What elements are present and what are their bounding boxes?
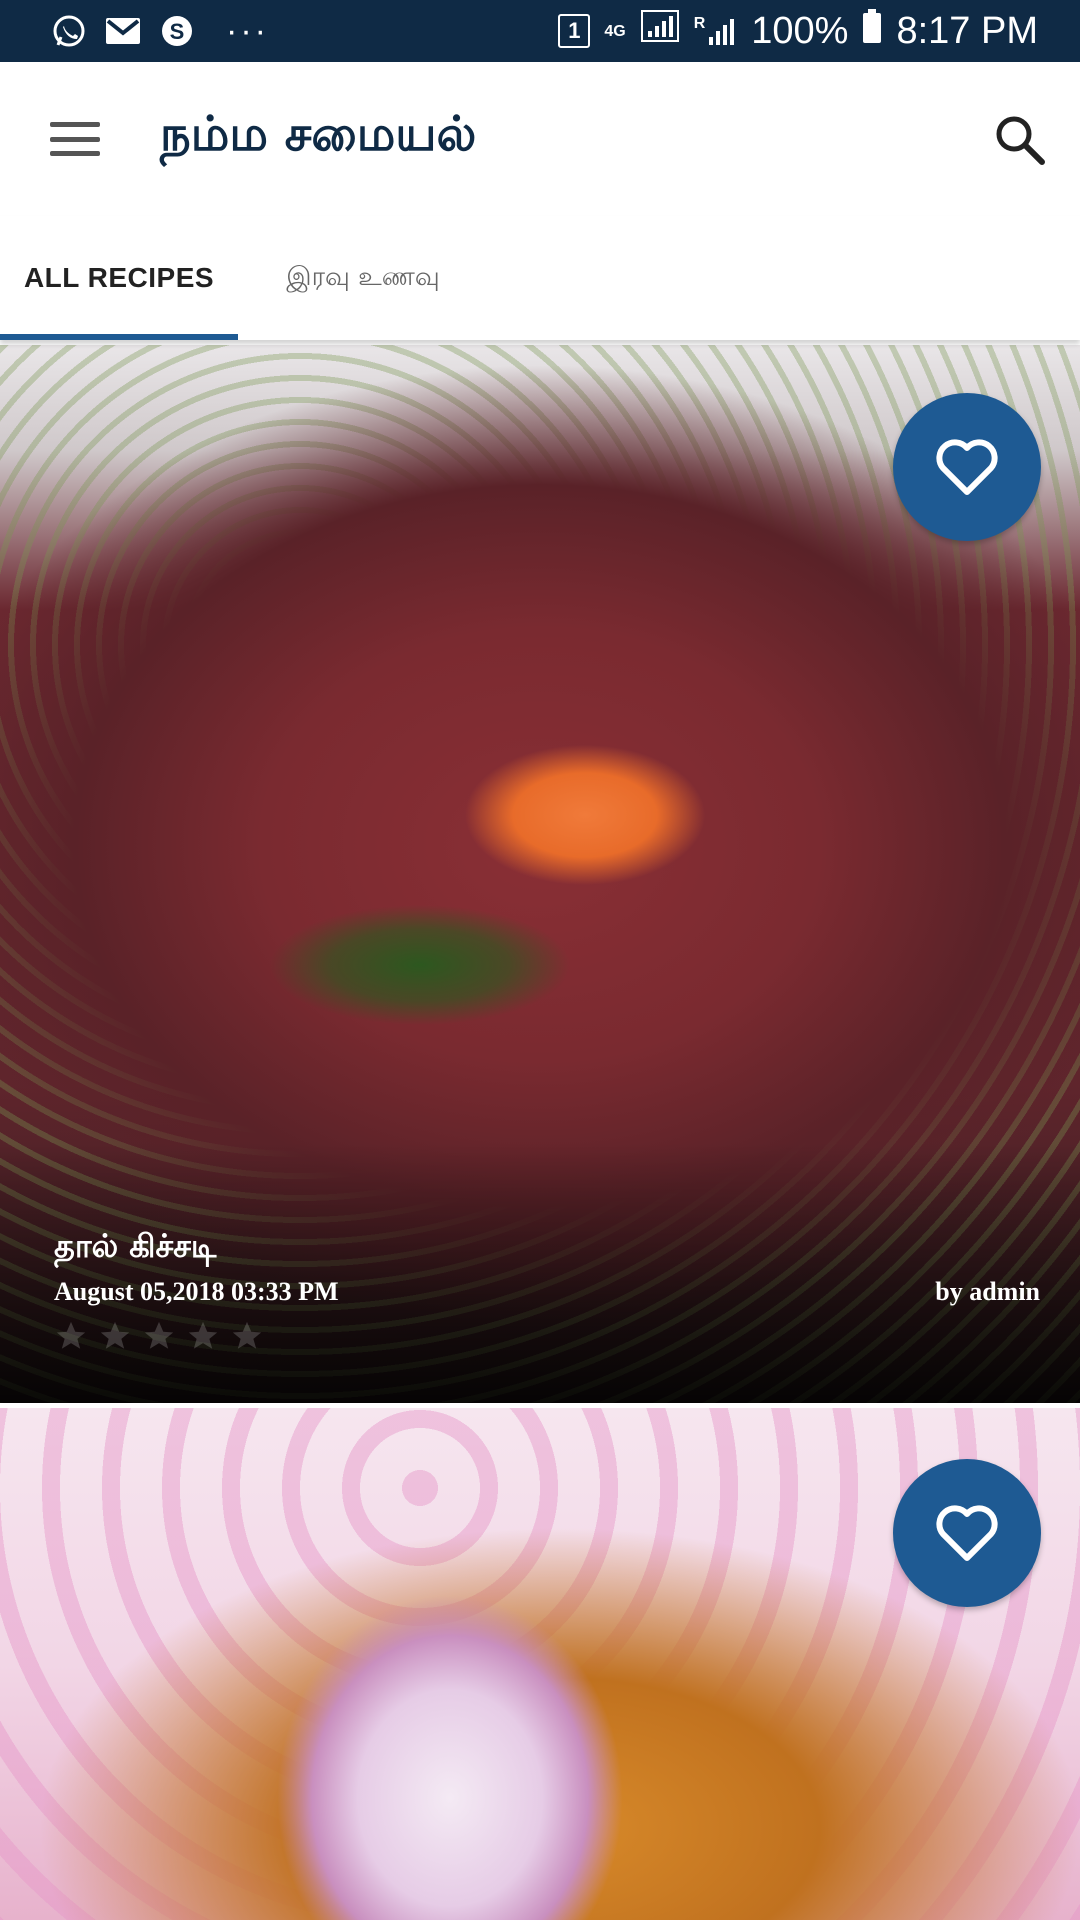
battery-icon <box>862 8 882 54</box>
recipe-date: August 05,2018 03:33 PM <box>54 1277 339 1306</box>
recipe-info-overlay: தால் கிச்சடி August 05,2018 03:33 PM by … <box>0 1203 1080 1403</box>
svg-text:S: S <box>170 19 185 44</box>
star-icon <box>232 1321 262 1349</box>
status-bar: S ··· 1 4G R 100% 8:17 PM <box>0 0 1080 62</box>
recipe-title: தால் கிச்சடி <box>54 1227 217 1265</box>
tab-all-recipes[interactable]: ALL RECIPES <box>0 216 238 340</box>
hamburger-menu-icon[interactable] <box>40 112 110 166</box>
tab-selected-indicator <box>0 334 238 340</box>
overflow-notifications: ··· <box>226 12 269 50</box>
network-type: 4G <box>604 22 626 40</box>
star-icon <box>56 1321 86 1349</box>
sim-slot-indicator: 1 <box>558 14 591 48</box>
recipe-author: by admin <box>935 1277 1040 1306</box>
battery-percent: 100% <box>751 9 849 52</box>
tab-label: இரவு உணவு <box>286 261 440 292</box>
favorite-heart-icon[interactable] <box>893 1459 1041 1607</box>
tab-dinner[interactable]: இரவு உணவு <box>238 216 488 340</box>
star-icon <box>144 1321 174 1349</box>
clock: 8:17 PM <box>896 9 1038 52</box>
star-icon <box>100 1321 130 1349</box>
tab-bar: ALL RECIPES இரவு உணவு <box>0 216 1080 340</box>
app-title: நம்ம சமையல் <box>160 106 477 162</box>
app-bar: நம்ம சமையல் <box>0 62 1080 216</box>
recipe-card[interactable]: தால் கிச்சடி August 05,2018 03:33 PM by … <box>0 345 1080 1403</box>
signal-icon <box>640 9 680 53</box>
search-icon[interactable] <box>990 110 1050 170</box>
gmail-icon <box>104 12 142 50</box>
star-icon <box>188 1321 218 1349</box>
recipe-card[interactable] <box>0 1408 1080 1920</box>
signal-roaming-icon: R <box>694 15 738 47</box>
whatsapp-icon <box>50 12 88 50</box>
rating-stars <box>54 1319 264 1353</box>
tab-label: ALL RECIPES <box>23 262 215 293</box>
favorite-heart-icon[interactable] <box>893 393 1041 541</box>
skype-icon: S <box>158 12 196 50</box>
